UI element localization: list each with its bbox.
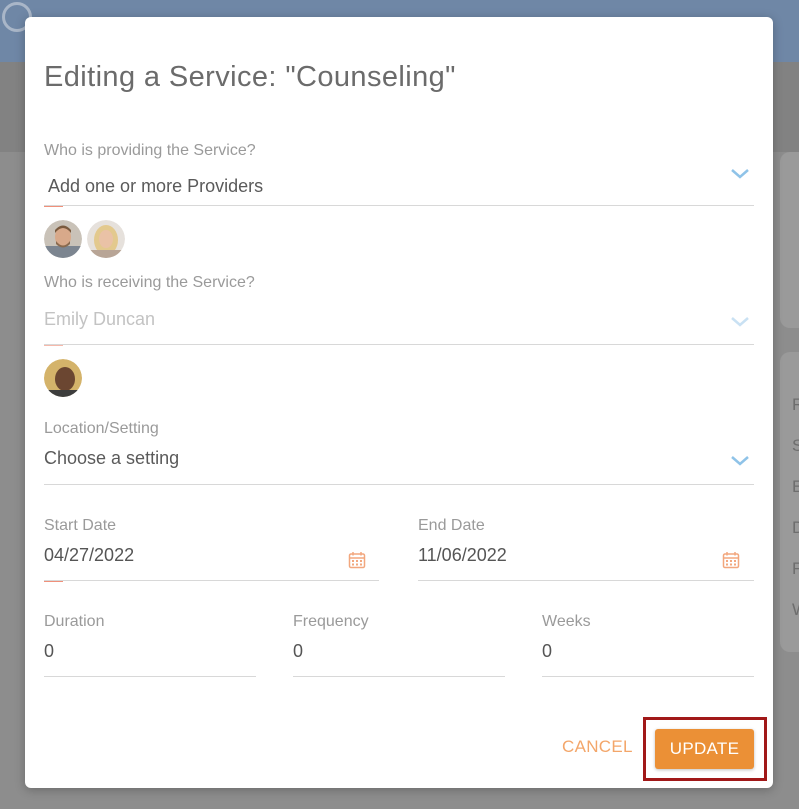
- recipient-select: Emily Duncan: [44, 309, 156, 329]
- frequency-underline: [293, 676, 505, 677]
- frequency-label: Frequency: [293, 613, 369, 630]
- providers-underline: [44, 205, 754, 206]
- provider-avatar-woman[interactable]: [87, 220, 125, 258]
- chevron-down-icon[interactable]: [729, 167, 751, 181]
- end-date-underline: [418, 580, 754, 581]
- recipient-label: Who is receiving the Service?: [44, 274, 255, 291]
- modal-title: Editing a Service: "Counseling": [44, 61, 456, 93]
- weeks-input[interactable]: 0: [542, 641, 552, 662]
- end-date-label: End Date: [418, 517, 485, 534]
- location-select[interactable]: Choose a setting: [44, 448, 179, 469]
- weeks-label: Weeks: [542, 613, 591, 630]
- start-date-input[interactable]: 04/27/2022: [44, 545, 134, 566]
- highlight-box: [643, 717, 767, 781]
- recipient-underline: [44, 344, 754, 345]
- duration-label: Duration: [44, 613, 105, 630]
- weeks-underline: [542, 676, 754, 677]
- start-date-underline: [44, 580, 379, 581]
- chevron-down-icon: [729, 315, 751, 329]
- providers-select[interactable]: Add one or more Providers: [48, 176, 263, 197]
- background-text: D: [792, 518, 799, 537]
- start-date-label: Start Date: [44, 517, 117, 534]
- provider-avatar-man[interactable]: [44, 220, 82, 258]
- duration-input[interactable]: 0: [44, 641, 54, 662]
- providers-label: Who is providing the Service?: [44, 142, 256, 159]
- calendar-icon[interactable]: [348, 551, 366, 569]
- background-card: [780, 152, 799, 328]
- background-text: R: [792, 395, 799, 414]
- cancel-button[interactable]: CANCEL: [562, 737, 633, 757]
- calendar-icon[interactable]: [722, 551, 740, 569]
- background-text: S: [792, 436, 799, 455]
- duration-underline: [44, 676, 256, 677]
- location-underline: [44, 484, 754, 485]
- background-text: F: [792, 559, 799, 578]
- background-text: E: [792, 477, 799, 496]
- recipient-avatar[interactable]: [44, 359, 82, 397]
- frequency-input[interactable]: 0: [293, 641, 303, 662]
- end-date-input[interactable]: 11/06/2022: [418, 545, 507, 566]
- chevron-down-icon[interactable]: [729, 454, 751, 468]
- background-text: W: [792, 600, 799, 620]
- location-label: Location/Setting: [44, 420, 159, 437]
- edit-service-modal: Editing a Service: "Counseling" Who is p…: [25, 17, 773, 788]
